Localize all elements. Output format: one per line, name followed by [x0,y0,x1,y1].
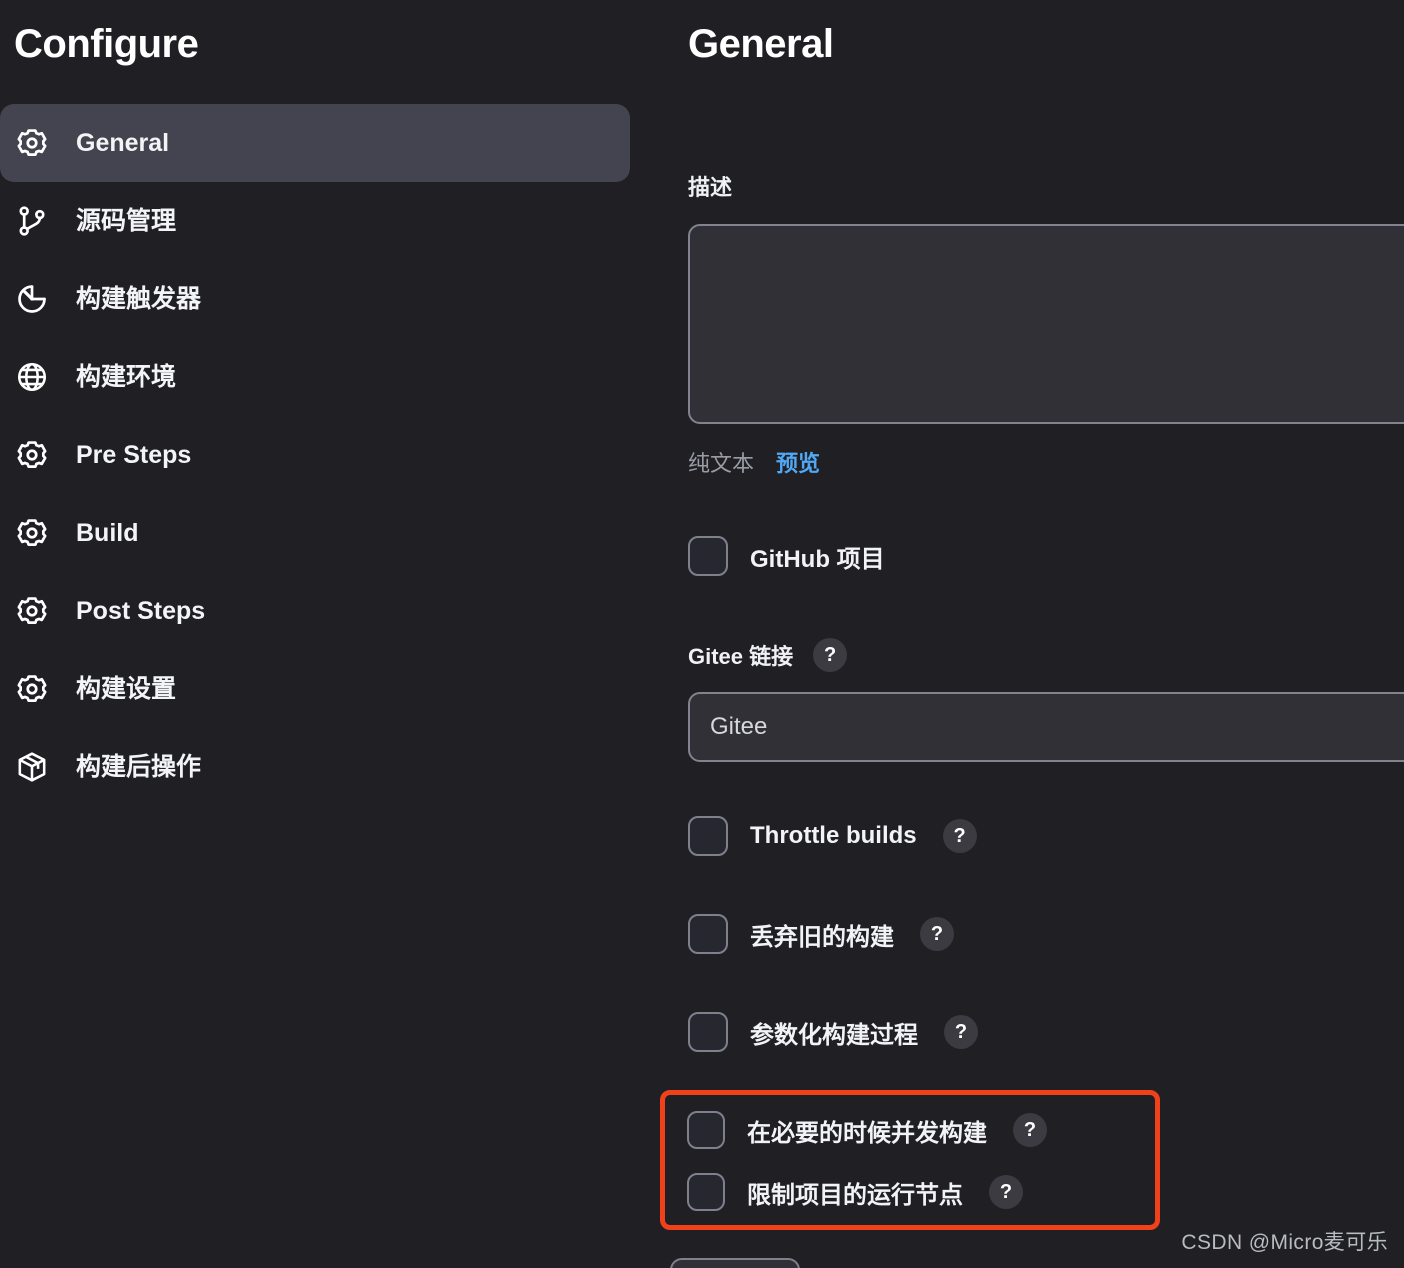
help-icon[interactable]: ? [813,638,848,672]
timer-icon [14,281,50,317]
plain-text-label: 纯文本 [688,451,755,476]
restrict-node-row[interactable]: 限制项目的运行节点 ? [687,1173,1155,1211]
gear-icon [14,125,50,161]
preview-link[interactable]: 预览 [776,446,820,478]
globe-icon [14,359,50,395]
sidebar-item-post-steps[interactable]: Post Steps [0,572,630,650]
sidebar-item-source-control[interactable]: 源码管理 [0,182,630,260]
discard-old-builds-label: 丢弃旧的构建 [750,923,894,951]
help-icon[interactable]: ? [920,917,954,951]
gitee-link-label-text: Gitee 链接 [688,644,794,669]
partial-field-below-fold[interactable] [670,1258,800,1268]
git-branch-icon [14,203,50,239]
sidebar-item-pre-steps[interactable]: Pre Steps [0,416,630,494]
parameterized-build-checkbox[interactable] [688,1012,728,1052]
throttle-builds-label: Throttle builds [750,822,917,849]
sidebar-item-label: 构建触发器 [76,284,202,313]
throttle-builds-row[interactable]: Throttle builds ? [688,816,1404,856]
concurrent-builds-row[interactable]: 在必要的时候并发构建 ? [687,1111,1155,1149]
page-title: Configure [14,22,199,66]
help-icon[interactable]: ? [942,819,977,853]
section-title: General [688,22,834,66]
sidebar: Configure General 源码管理 构建触发器 构建环境 Pre St… [0,0,660,1268]
gitee-link-input[interactable]: Gitee [688,692,1404,762]
help-icon[interactable]: ? [944,1015,978,1049]
gear-icon [14,437,50,473]
description-mode-row: 纯文本 预览 [688,446,1404,478]
sidebar-item-build-environment[interactable]: 构建环境 [0,338,630,416]
throttle-builds-checkbox[interactable] [688,816,728,856]
sidebar-item-general[interactable]: General [0,104,630,182]
sidebar-item-label: 源码管理 [76,206,177,235]
sidebar-item-label: 构建环境 [76,362,177,391]
github-project-checkbox[interactable] [688,536,728,576]
sidebar-item-label: General [76,128,170,157]
gear-icon [14,671,50,707]
main-content: General 描述 纯文本 预览 GitHub 项目 Gitee 链接 ? G… [660,0,1404,1268]
sidebar-item-label: 构建后操作 [76,752,202,781]
discard-old-builds-checkbox[interactable] [688,914,728,954]
help-icon[interactable]: ? [989,1175,1023,1209]
sidebar-item-label: Build [76,518,139,547]
restrict-node-label: 限制项目的运行节点 [747,1181,963,1209]
sidebar-item-label: Post Steps [76,596,206,625]
sidebar-item-label: 构建设置 [76,674,177,703]
sidebar-item-build[interactable]: Build [0,494,630,572]
restrict-node-checkbox[interactable] [687,1173,725,1211]
gitee-link-label: Gitee 链接 ? [688,638,1404,672]
configure-page: Configure General 源码管理 构建触发器 构建环境 Pre St… [0,0,1404,1268]
watermark: CSDN @Micro麦可乐 [1181,1231,1388,1254]
description-textarea[interactable] [688,224,1404,424]
help-icon[interactable]: ? [1013,1113,1047,1147]
highlight-annotation-box: 在必要的时候并发构建 ? 限制项目的运行节点 ? [660,1090,1160,1230]
sidebar-nav: General 源码管理 构建触发器 构建环境 Pre Steps Build … [0,104,660,806]
sidebar-item-post-build-actions[interactable]: 构建后操作 [0,728,630,806]
github-project-label: GitHub 项目 [750,545,885,573]
gear-icon [14,593,50,629]
sidebar-item-build-triggers[interactable]: 构建触发器 [0,260,630,338]
description-label: 描述 [688,175,733,200]
parameterized-build-label: 参数化构建过程 [750,1021,918,1049]
package-icon [14,749,50,785]
concurrent-builds-checkbox[interactable] [687,1111,725,1149]
sidebar-item-build-settings[interactable]: 构建设置 [0,650,630,728]
parameterized-build-row[interactable]: 参数化构建过程 ? [688,1012,1404,1052]
discard-old-builds-row[interactable]: 丢弃旧的构建 ? [688,914,1404,954]
gear-icon [14,515,50,551]
concurrent-builds-label: 在必要的时候并发构建 [747,1119,987,1147]
github-project-row[interactable]: GitHub 项目 [688,536,1404,576]
sidebar-item-label: Pre Steps [76,440,192,469]
